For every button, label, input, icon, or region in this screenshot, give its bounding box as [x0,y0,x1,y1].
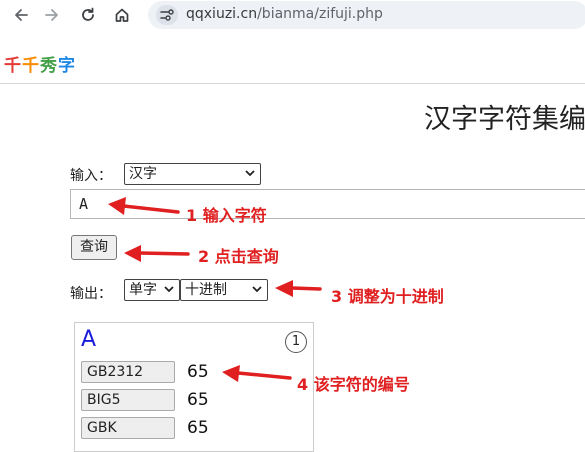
annotation-step3: 3 调整为十进制 [331,287,444,306]
annotation-step1: 1 输入字符 [186,206,267,225]
arrow-step2-icon [124,245,190,262]
annotation-step4: 4 该字符的编号 [297,375,410,394]
arrow-step1-icon [108,197,180,215]
arrow-step3-icon [275,280,322,297]
annotation-step2: 2 点击查询 [198,247,279,266]
annotation-arrows [108,197,322,382]
arrow-step4-icon [222,365,292,382]
